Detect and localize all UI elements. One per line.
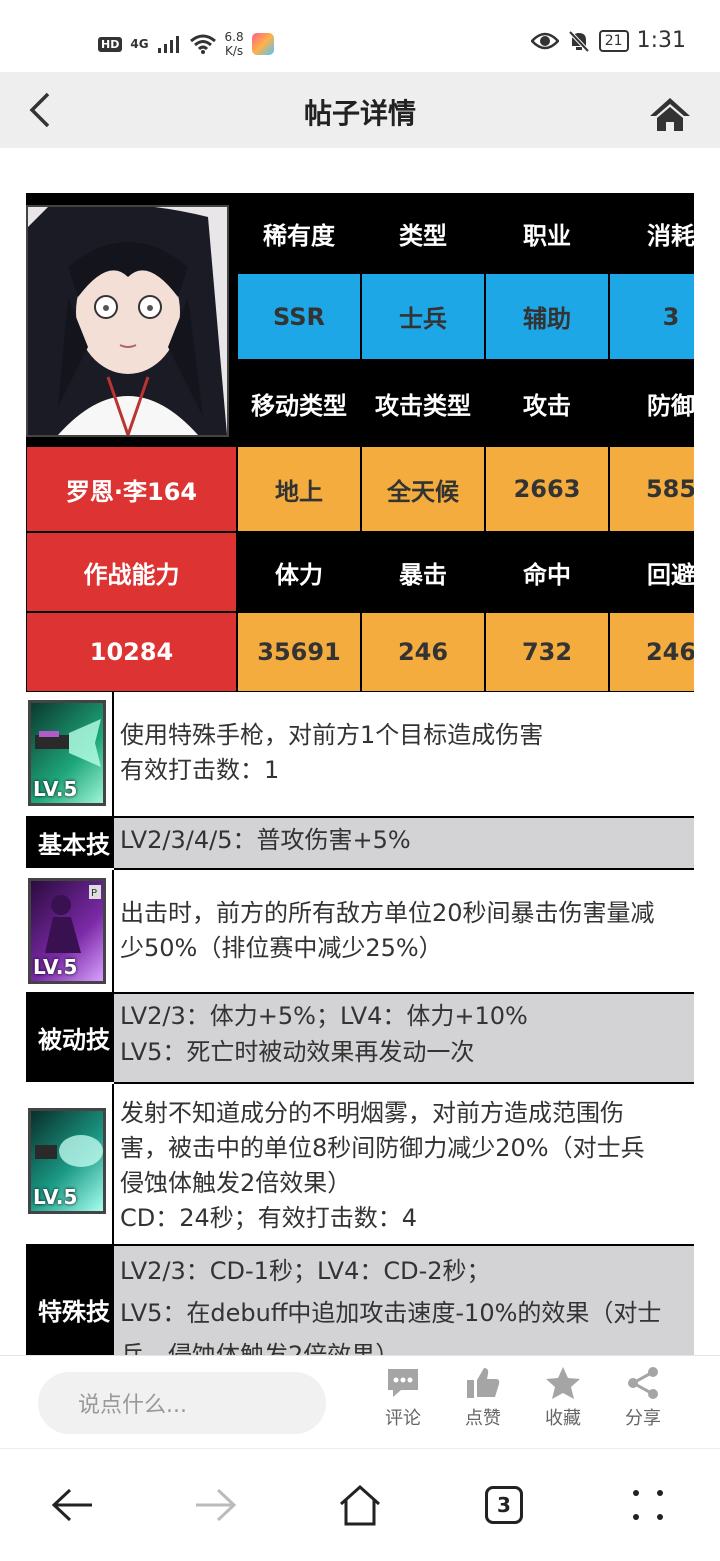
value-type: 士兵 <box>361 273 485 360</box>
app-header: 帖子详情 <box>0 72 720 148</box>
menu-dots-icon <box>633 1490 663 1520</box>
passive-skill-upgrade: LV2/3：体力+5%；LV4：体力+10% LV5：死亡时被动效果再发动一次 <box>114 992 694 1082</box>
basic-skill-upgrade-row: 基本技 LV2/3/4/5：普攻伤害+5% <box>26 816 694 868</box>
nav-forward-button[interactable] <box>186 1479 246 1531</box>
right-arrow-icon <box>196 1488 237 1522</box>
value-cost: 3 <box>609 273 694 360</box>
network-label: 4G <box>130 37 149 51</box>
combat-power-label: 作战能力 <box>26 532 237 612</box>
divider <box>114 992 694 994</box>
signal-icon <box>157 36 179 53</box>
value-rarity: SSR <box>237 273 361 360</box>
mute-bell-icon <box>568 30 590 52</box>
value-move-type: 地上 <box>237 446 361 532</box>
header-evasion: 回避 <box>609 532 694 612</box>
header-cost: 消耗 <box>609 193 694 273</box>
status-bar: HD 4G 6.8 K/s 21 1:31 <box>0 0 720 72</box>
browser-nav-bar: 3 <box>0 1448 720 1561</box>
favorite-label: 收藏 <box>545 1408 581 1429</box>
passive-skill-icon: P LV.5 <box>28 878 106 984</box>
passive-skill-level: LV.5 <box>33 955 78 979</box>
passive-skill-label: 被动技 <box>26 992 114 1082</box>
character-stats-table: 稀有度 类型 职业 消耗 SSR 士兵 辅助 3 移动类型 攻击类型 攻击 防御… <box>26 193 694 693</box>
net-speed-value: 6.8 <box>224 30 244 44</box>
skill-passive: P LV.5 出击时，前方的所有敌方单位20秒间暴击伤害量减 少50%（排位赛中… <box>26 870 694 992</box>
divider <box>114 1244 694 1246</box>
basic-skill-icon: LV.5 <box>28 700 106 806</box>
special-skill-icon: LV.5 <box>28 1108 106 1214</box>
clock: 1:31 <box>636 28 686 53</box>
comment-button[interactable]: 评论 <box>373 1366 433 1430</box>
page-title: 帖子详情 <box>303 97 416 130</box>
like-label: 点赞 <box>465 1408 501 1429</box>
value-evasion: 246 <box>609 612 694 692</box>
passive-skill-description: 出击时，前方的所有敌方单位20秒间暴击伤害量减 少50%（排位赛中减少25%） <box>120 899 655 962</box>
character-name: 罗恩·李164 <box>26 446 237 532</box>
comment-label: 评论 <box>385 1408 421 1429</box>
battery-indicator: 21 <box>598 29 629 52</box>
header-hit: 命中 <box>485 532 609 612</box>
nav-tabs-button[interactable]: 3 <box>474 1479 534 1531</box>
basic-skill-upgrade: LV2/3/4/5：普攻伤害+5% <box>114 816 694 868</box>
share-label: 分享 <box>625 1408 661 1429</box>
app-notification-icon <box>251 33 274 55</box>
net-speed: 6.8 K/s <box>225 30 244 58</box>
net-speed-unit: K/s <box>225 44 244 58</box>
wifi-icon <box>189 34 216 54</box>
special-skill-upgrade-row: 特殊技 LV2/3：CD-1秒；LV4：CD-2秒； LV5：在debuff中追… <box>26 1244 694 1355</box>
share-button[interactable]: 分享 <box>613 1366 673 1430</box>
home-icon[interactable] <box>648 94 692 134</box>
basic-skill-description: 使用特殊手枪，对前方1个目标造成伤害 有效打击数：1 <box>120 721 544 784</box>
divider <box>114 816 694 818</box>
value-attack: 2663 <box>485 446 609 532</box>
header-defense: 防御 <box>609 360 694 446</box>
value-attack-type: 全天候 <box>361 446 485 532</box>
favorite-button[interactable]: 收藏 <box>533 1366 593 1430</box>
eye-icon <box>530 32 559 49</box>
comment-icon <box>388 1369 418 1397</box>
character-portrait-image <box>28 207 227 435</box>
nav-home-button[interactable] <box>330 1479 390 1531</box>
like-button[interactable]: 点赞 <box>453 1366 513 1430</box>
header-type: 类型 <box>361 193 485 273</box>
combat-power-value: 10284 <box>26 612 237 692</box>
passive-skill-upgrade-row: 被动技 LV2/3：体力+5%；LV4：体力+10% LV5：死亡时被动效果再发… <box>26 992 694 1082</box>
svg-text:P: P <box>91 888 97 899</box>
nav-back-button[interactable] <box>42 1479 102 1531</box>
star-icon <box>546 1367 580 1399</box>
header-class: 职业 <box>485 193 609 273</box>
value-crit: 246 <box>361 612 485 692</box>
value-hit: 732 <box>485 612 609 692</box>
header-hp: 体力 <box>237 532 361 612</box>
post-content: 稀有度 类型 职业 消耗 SSR 士兵 辅助 3 移动类型 攻击类型 攻击 防御… <box>26 193 694 1355</box>
header-attack: 攻击 <box>485 360 609 446</box>
header-crit: 暴击 <box>361 532 485 612</box>
special-skill-description: 发射不知道成分的不明烟雾，对前方造成范围伤 害，被击中的单位8秒间防御力减少20… <box>120 1099 645 1232</box>
header-move-type: 移动类型 <box>237 360 361 446</box>
skill-basic: LV.5 使用特殊手枪，对前方1个目标造成伤害 有效打击数：1 <box>26 692 694 816</box>
special-skill-level: LV.5 <box>33 1185 78 1209</box>
comment-input[interactable]: 说点什么... <box>38 1372 326 1434</box>
value-class: 辅助 <box>485 273 609 360</box>
skill-special: LV.5 发射不知道成分的不明烟雾，对前方造成范围伤 害，被击中的单位8秒间防御… <box>26 1084 694 1244</box>
character-portrait <box>26 205 229 437</box>
special-skill-label: 特殊技 <box>26 1244 114 1355</box>
nav-menu-button[interactable] <box>618 1479 678 1531</box>
status-right: 21 1:31 <box>530 28 686 53</box>
left-arrow-icon <box>51 1488 92 1522</box>
value-hp: 35691 <box>237 612 361 692</box>
comment-bar: 说点什么... 评论 点赞 收藏 分享 <box>0 1355 720 1449</box>
thumbs-up-icon <box>467 1368 500 1398</box>
basic-skill-label: 基本技 <box>26 816 114 868</box>
header-rarity: 稀有度 <box>237 193 361 273</box>
hd-badge: HD <box>98 36 123 52</box>
share-icon <box>628 1367 658 1399</box>
header-attack-type: 攻击类型 <box>361 360 485 446</box>
status-left: HD 4G 6.8 K/s <box>98 24 274 64</box>
value-defense: 585 <box>609 446 694 532</box>
tab-count: 3 <box>485 1486 523 1524</box>
basic-skill-level: LV.5 <box>33 777 78 801</box>
special-skill-upgrade: LV2/3：CD-1秒；LV4：CD-2秒； LV5：在debuff中追加攻击速… <box>114 1244 694 1355</box>
home-outline-icon <box>339 1484 381 1526</box>
